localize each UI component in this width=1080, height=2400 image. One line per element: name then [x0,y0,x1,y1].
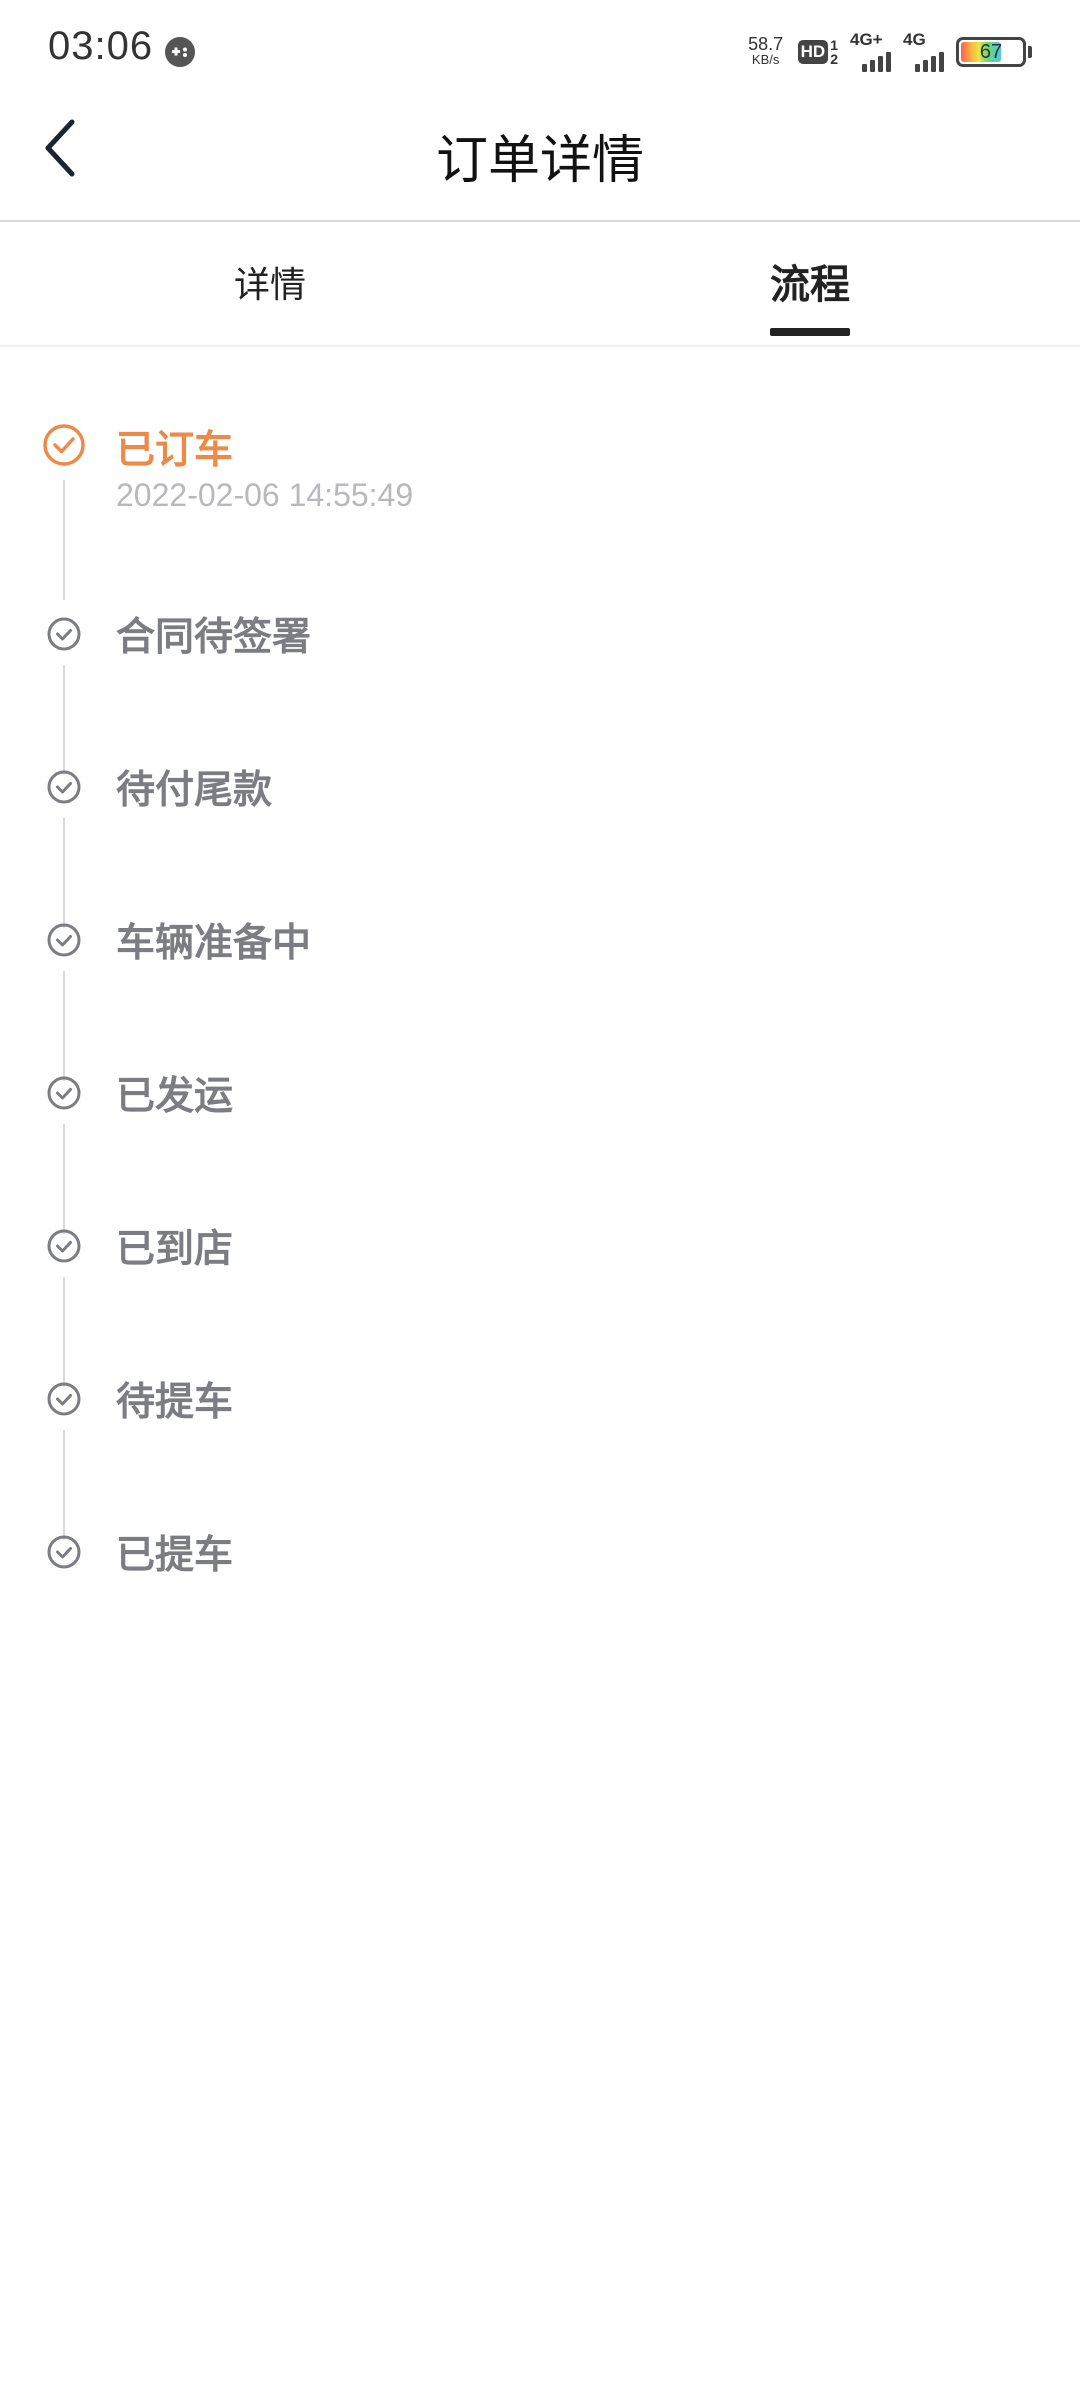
timeline-connector [63,665,65,775]
step-label: 合同待签署 [116,615,312,660]
timeline-connector [63,1277,65,1387]
timeline-connector [63,818,65,928]
status-bar: 03:06 58.7 KB/s HD 1 2 4G+ 4G 67 [0,0,1080,100]
check-circle-icon [47,617,81,651]
step-label: 已发运 [116,1074,234,1119]
check-circle-icon [47,1535,81,1569]
step-timestamp: 2022-02-06 14:55:49 [116,477,414,513]
step-label: 已到店 [116,1227,234,1272]
timeline-connector [63,480,65,600]
tab-active-indicator [770,328,850,336]
tab-details[interactable]: 详情 [0,222,540,345]
tab-details-label: 详情 [233,265,306,306]
status-icons: 58.7 KB/s HD 1 2 4G+ 4G 67 [746,30,1032,74]
hd-bottom: 2 [830,51,838,67]
check-circle-icon [47,1076,81,1110]
signal-icon: 4G [903,30,944,72]
battery-cap [1028,46,1032,58]
hd-label: HD [797,40,829,64]
network-speed-unit: KB/s [751,52,780,67]
tab-process-label: 流程 [770,262,850,308]
check-circle-icon [47,1382,81,1416]
step-label: 待提车 [116,1380,234,1425]
step-label: 已提车 [116,1533,234,1578]
hd-icon: HD 1 2 [797,37,838,67]
step-label: 已订车 [116,428,234,473]
step-label: 车辆准备中 [116,921,312,966]
check-circle-icon [47,923,81,957]
network-speed: 58.7 KB/s [746,34,786,68]
signal2-label: 4G [903,30,926,49]
timeline-connector [63,1124,65,1234]
network-speed-value: 58.7 [748,34,784,54]
check-circle-icon [43,424,85,466]
check-circle-icon [47,770,81,804]
tab-process[interactable]: 流程 [540,222,1080,345]
battery-icon: 67 [956,37,1026,67]
timeline-connector [63,971,65,1081]
status-time: 03:06 [48,24,154,68]
signal-icon: 4G+ [850,30,891,72]
tab-bar: 详情 流程 [0,222,1080,347]
timeline-connector [63,1430,65,1540]
battery-level: 67 [979,40,1003,63]
hd-top: 1 [830,37,838,53]
gamepad-icon [165,37,195,67]
page-title: 订单详情 [435,131,644,191]
step-label: 待付尾款 [116,768,273,813]
header: 订单详情 [0,100,1080,222]
check-circle-icon [47,1229,81,1263]
signal1-label: 4G+ [850,30,883,49]
